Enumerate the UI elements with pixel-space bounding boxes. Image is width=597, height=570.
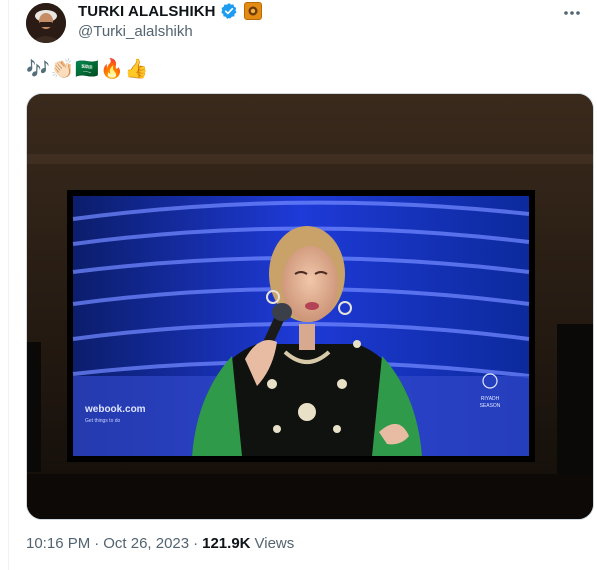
display-name[interactable]: TURKI ALALSHIKH (78, 3, 216, 20)
post-time[interactable]: 10:16 PM (26, 535, 90, 552)
avatar[interactable] (26, 3, 66, 43)
more-options-icon[interactable] (561, 2, 583, 24)
author-name-row: TURKI ALALSHIKH (78, 2, 262, 20)
emoji-music-notes: 🎶 (26, 59, 50, 80)
tweet: TURKI ALALSHIKH @Turki_alalshikh 🎶 👏🏻 🇸🇦… (0, 0, 597, 570)
views-count: 121.9K (202, 535, 251, 552)
emoji-thumbs-up: 👍 (124, 59, 149, 80)
screen-logo-webook: webook.com (84, 404, 146, 415)
emoji-clapping-hands: 👏🏻 (50, 59, 75, 80)
screen-logo-webook-sub: Get things to do (85, 418, 121, 424)
author-handle[interactable]: @Turki_alalshikh (78, 23, 193, 40)
emoji-saudi-flag: 🇸🇦 (75, 59, 100, 80)
meta-separator: · (193, 535, 199, 552)
meta-separator: · (94, 535, 100, 552)
post-text: 🎶 👏🏻 🇸🇦 🔥 👍 (26, 58, 148, 82)
verified-badge-icon[interactable] (220, 2, 238, 20)
emoji-fire: 🔥 (100, 59, 124, 80)
post-date[interactable]: Oct 26, 2023 (103, 535, 189, 552)
post-media-photo[interactable]: webook.com Get things to do RIYADH SEASO… (26, 93, 594, 520)
post-meta: 10:16 PM · Oct 26, 2023 · 121.9K Views (26, 535, 294, 552)
screen-logo-season: SEASON (480, 403, 501, 409)
affiliate-badge-icon[interactable] (243, 2, 262, 20)
divider (8, 0, 9, 570)
screen-logo-riyadh: RIYADH (481, 396, 500, 402)
views-label: Views (254, 535, 295, 552)
